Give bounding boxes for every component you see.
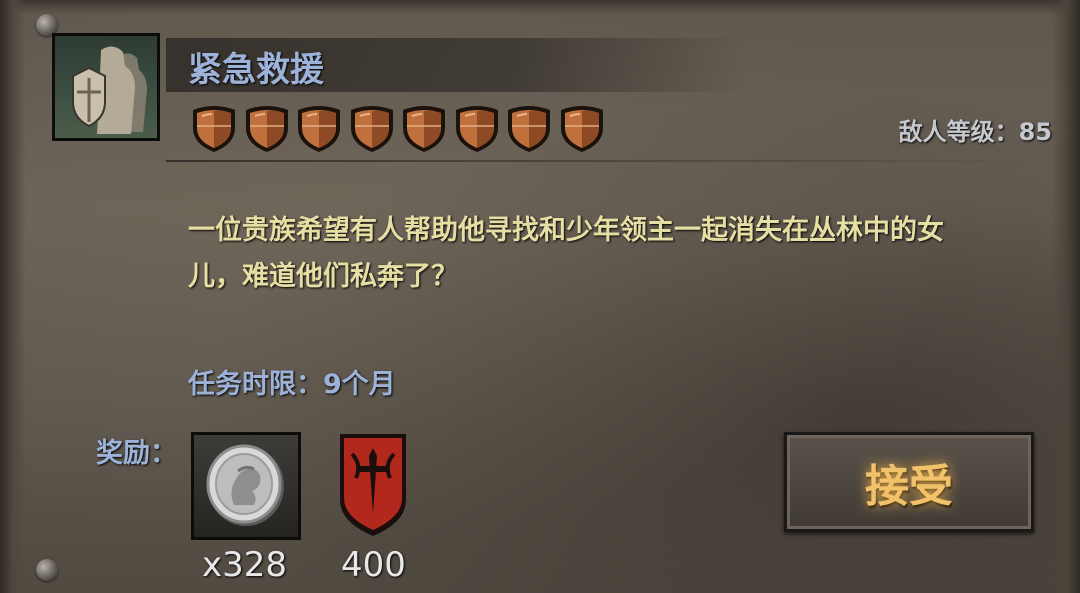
panel-right-edge <box>1052 0 1080 593</box>
divider <box>166 160 1046 162</box>
difficulty-shield-icon <box>350 106 393 152</box>
reward-slot-coin[interactable] <box>191 432 301 540</box>
reward-amount-crest: 400 <box>341 545 406 585</box>
panel-left-edge <box>0 0 26 593</box>
accept-button-label: 接受 <box>865 461 953 512</box>
mission-panel: 紧急救援 敌人等级：85 一位贵族希望有人帮助他寻找和少年领主一起消失在丛林中的… <box>0 0 1080 593</box>
accept-button[interactable]: 接受 <box>784 432 1034 532</box>
mission-description: 一位贵族希望有人帮助他寻找和少年领主一起消失在丛林中的女 儿，难道他们私奔了？ <box>188 208 1038 300</box>
mission-title: 紧急救援 <box>188 50 324 90</box>
difficulty-shield-icon <box>508 106 550 152</box>
rivet-icon <box>36 559 58 581</box>
knight-figures-icon <box>72 46 147 134</box>
panel-top-edge <box>0 0 1080 14</box>
difficulty-shield-icon <box>455 106 498 152</box>
silver-coin-icon <box>206 444 284 526</box>
description-line-1: 一位贵族希望有人帮助他寻找和少年领主一起消失在丛林中的女 <box>188 215 944 246</box>
red-crest-banner-icon <box>340 434 406 536</box>
difficulty-shield-icon <box>403 106 445 152</box>
mission-portrait <box>52 33 160 141</box>
reward-slot-crest[interactable] <box>336 432 410 538</box>
enemy-level: 敌人等级：85 <box>898 118 1052 146</box>
difficulty-shield-icon <box>560 106 603 152</box>
rewards-label: 奖励： <box>96 438 177 469</box>
difficulty-shield-icon <box>193 106 235 152</box>
description-line-2: 儿，难道他们私奔了？ <box>188 261 458 292</box>
difficulty-shield-icon <box>298 106 340 152</box>
mission-deadline: 任务时限：9个月 <box>188 369 396 400</box>
difficulty-shield-icon <box>245 106 288 152</box>
reward-amount-coin: x328 <box>202 545 288 585</box>
